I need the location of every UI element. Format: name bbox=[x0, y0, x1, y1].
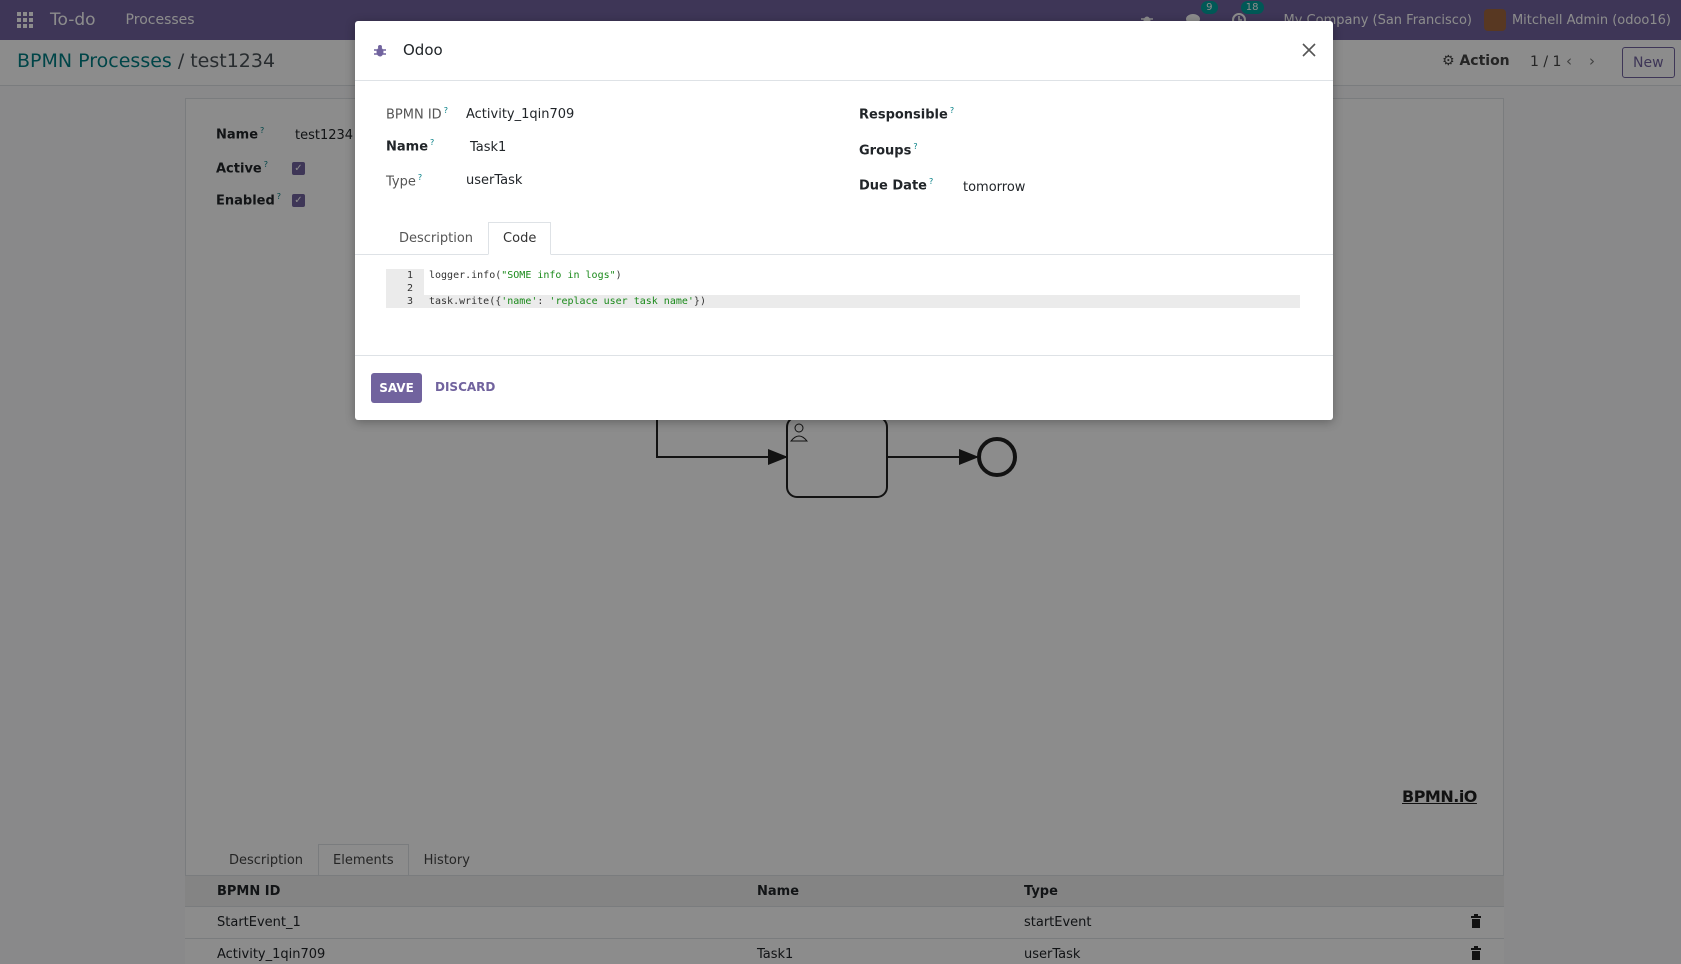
tab-description[interactable]: Description bbox=[384, 222, 488, 255]
groups-field[interactable] bbox=[961, 137, 1291, 163]
dialog-header: Odoo bbox=[355, 21, 1333, 81]
responsible-label: Responsible? bbox=[859, 106, 955, 123]
discard-button[interactable]: DISCARD bbox=[435, 380, 495, 394]
code-text: task.write({'name': 'replace user task n… bbox=[429, 296, 706, 307]
groups-label: Groups? bbox=[859, 142, 918, 159]
dialog-footer: SAVE DISCARD bbox=[355, 355, 1333, 420]
type-value: userTask bbox=[466, 173, 523, 188]
name-label: Name? bbox=[386, 138, 435, 155]
code-text: logger.info("SOME info in logs") bbox=[429, 270, 622, 281]
bpmn-id-label: BPMN ID? bbox=[386, 106, 448, 123]
bug-icon bbox=[374, 45, 386, 57]
task-dialog: Odoo BPMN ID? Activity_1qin709 Name? Tas… bbox=[355, 21, 1333, 420]
save-button[interactable]: SAVE bbox=[371, 373, 422, 403]
code-line: 1 logger.info("SOME info in logs") bbox=[386, 269, 1300, 282]
responsible-field[interactable] bbox=[961, 101, 1291, 127]
tab-code[interactable]: Code bbox=[488, 222, 552, 255]
type-label: Type? bbox=[386, 173, 423, 190]
close-icon[interactable] bbox=[1300, 41, 1318, 59]
name-input[interactable]: Task1 bbox=[470, 140, 506, 155]
dialog-tabs: Description Code bbox=[384, 222, 552, 255]
dialog-title: Odoo bbox=[403, 41, 443, 59]
code-line-active: 3 task.write({'name': 'replace user task… bbox=[386, 295, 1300, 308]
code-line: 2 bbox=[386, 282, 1300, 295]
code-editor[interactable]: 1 logger.info("SOME info in logs") 2 3 t… bbox=[386, 269, 1300, 308]
due-date-label: Due Date? bbox=[859, 177, 934, 194]
bpmn-id-value: Activity_1qin709 bbox=[466, 107, 575, 122]
line-number: 3 bbox=[386, 295, 424, 308]
due-date-field[interactable]: tomorrow bbox=[963, 180, 1025, 195]
line-number: 1 bbox=[386, 269, 424, 282]
line-number: 2 bbox=[386, 282, 424, 295]
